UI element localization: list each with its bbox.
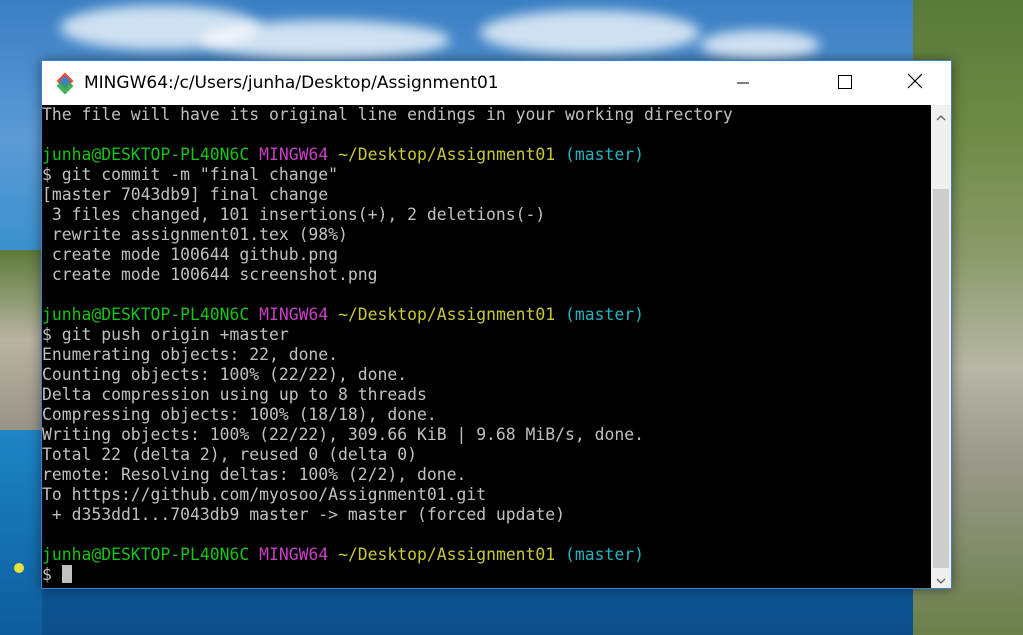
line-text: + d353dd1...7043db9 master -> master (fo… [42, 505, 566, 524]
git-bash-icon[interactable] [54, 72, 76, 95]
line-text: rewrite assignment01.tex (98%) [42, 225, 348, 244]
line-text: create mode 100644 screenshot.png [42, 265, 378, 284]
output-line: $ git commit -m "final change" [42, 165, 931, 185]
close-icon [907, 73, 923, 93]
line-text: [master 7043db9] final change [42, 185, 329, 204]
prompt-system: MINGW64 [259, 305, 329, 324]
minimize-button[interactable] [720, 61, 766, 105]
prompt-path: ~/Desktop/Assignment01 [338, 145, 556, 164]
prompt-system: MINGW64 [259, 145, 329, 164]
buoy [14, 563, 24, 573]
close-button[interactable] [892, 61, 938, 105]
text-cursor [61, 565, 72, 583]
scroll-up-button[interactable] [931, 105, 951, 125]
output-line: Delta compression using up to 8 threads [42, 385, 931, 405]
output-line: Writing objects: 100% (22/22), 309.66 Ki… [42, 425, 931, 445]
output-line: The file will have its original line end… [42, 105, 931, 125]
prompt-line: junha@DESKTOP-PL40N6C MINGW64 ~/Desktop/… [42, 305, 931, 325]
output-line: $ git push origin +master [42, 325, 931, 345]
output-line: + d353dd1...7043db9 master -> master (fo… [42, 505, 931, 525]
terminal-window[interactable]: MINGW64:/c/Users/junha/Desktop/Assignmen… [41, 60, 952, 589]
line-text: Total 22 (delta 2), reused 0 (delta 0) [42, 445, 417, 464]
output-line: rewrite assignment01.tex (98%) [42, 225, 931, 245]
line-text: To https://github.com/myosoo/Assignment0… [42, 485, 487, 504]
scroll-down-button[interactable] [931, 568, 951, 588]
title-bar[interactable]: MINGW64:/c/Users/junha/Desktop/Assignmen… [42, 61, 951, 105]
output-line: Counting objects: 100% (22/22), done. [42, 365, 931, 385]
prompt-line: junha@DESKTOP-PL40N6C MINGW64 ~/Desktop/… [42, 545, 931, 565]
chevron-up-icon [936, 106, 946, 125]
line-text: Delta compression using up to 8 threads [42, 385, 427, 404]
output-line: remote: Resolving deltas: 100% (2/2), do… [42, 465, 931, 485]
prompt-path: ~/Desktop/Assignment01 [338, 305, 556, 324]
sea [0, 430, 42, 635]
line-text: remote: Resolving deltas: 100% (2/2), do… [42, 465, 467, 484]
output-line: To https://github.com/myosoo/Assignment0… [42, 485, 931, 505]
input-line: $ [42, 565, 931, 585]
terminal-output[interactable]: The file will have its original line end… [42, 105, 931, 588]
output-line: Compressing objects: 100% (18/18), done. [42, 405, 931, 425]
prompt-branch: (master) [565, 305, 644, 324]
line-text: Writing objects: 100% (22/22), 309.66 Ki… [42, 425, 644, 444]
cloud [200, 20, 450, 60]
output-line: [master 7043db9] final change [42, 185, 931, 205]
chevron-down-icon [936, 569, 946, 588]
maximize-icon [838, 74, 852, 93]
prompt-user: junha@DESKTOP-PL40N6C [42, 145, 250, 164]
prompt-user: junha@DESKTOP-PL40N6C [42, 305, 250, 324]
prompt-user: junha@DESKTOP-PL40N6C [42, 545, 250, 564]
prompt-line: junha@DESKTOP-PL40N6C MINGW64 ~/Desktop/… [42, 145, 931, 165]
prompt-path: ~/Desktop/Assignment01 [338, 545, 556, 564]
prompt-system: MINGW64 [259, 545, 329, 564]
output-line: Enumerating objects: 22, done. [42, 345, 931, 365]
cloud [700, 30, 820, 60]
prompt-branch: (master) [565, 545, 644, 564]
line-text: $ git push origin +master [42, 325, 289, 344]
vertical-scrollbar[interactable] [931, 105, 951, 588]
line-text: Counting objects: 100% (22/22), done. [42, 365, 408, 384]
cloud [480, 10, 700, 55]
scrollbar-thumb[interactable] [933, 189, 949, 568]
output-line: 3 files changed, 101 insertions(+), 2 de… [42, 205, 931, 225]
line-text: create mode 100644 github.png [42, 245, 339, 264]
line-text: Compressing objects: 100% (18/18), done. [42, 405, 437, 424]
line-text: $ git commit -m "final change" [42, 165, 339, 184]
output-line: create mode 100644 screenshot.png [42, 265, 931, 285]
minimize-icon [737, 74, 749, 93]
line-text: Enumerating objects: 22, done. [42, 345, 339, 364]
line-text: $ [42, 565, 62, 584]
cliff-left [0, 250, 42, 450]
output-line: Total 22 (delta 2), reused 0 (delta 0) [42, 445, 931, 465]
line-text: 3 files changed, 101 insertions(+), 2 de… [42, 205, 546, 224]
window-title: MINGW64:/c/Users/junha/Desktop/Assignmen… [84, 73, 499, 93]
line-text: The file will have its original line end… [42, 105, 733, 124]
maximize-button[interactable] [822, 61, 868, 105]
prompt-branch: (master) [565, 145, 644, 164]
output-line: create mode 100644 github.png [42, 245, 931, 265]
